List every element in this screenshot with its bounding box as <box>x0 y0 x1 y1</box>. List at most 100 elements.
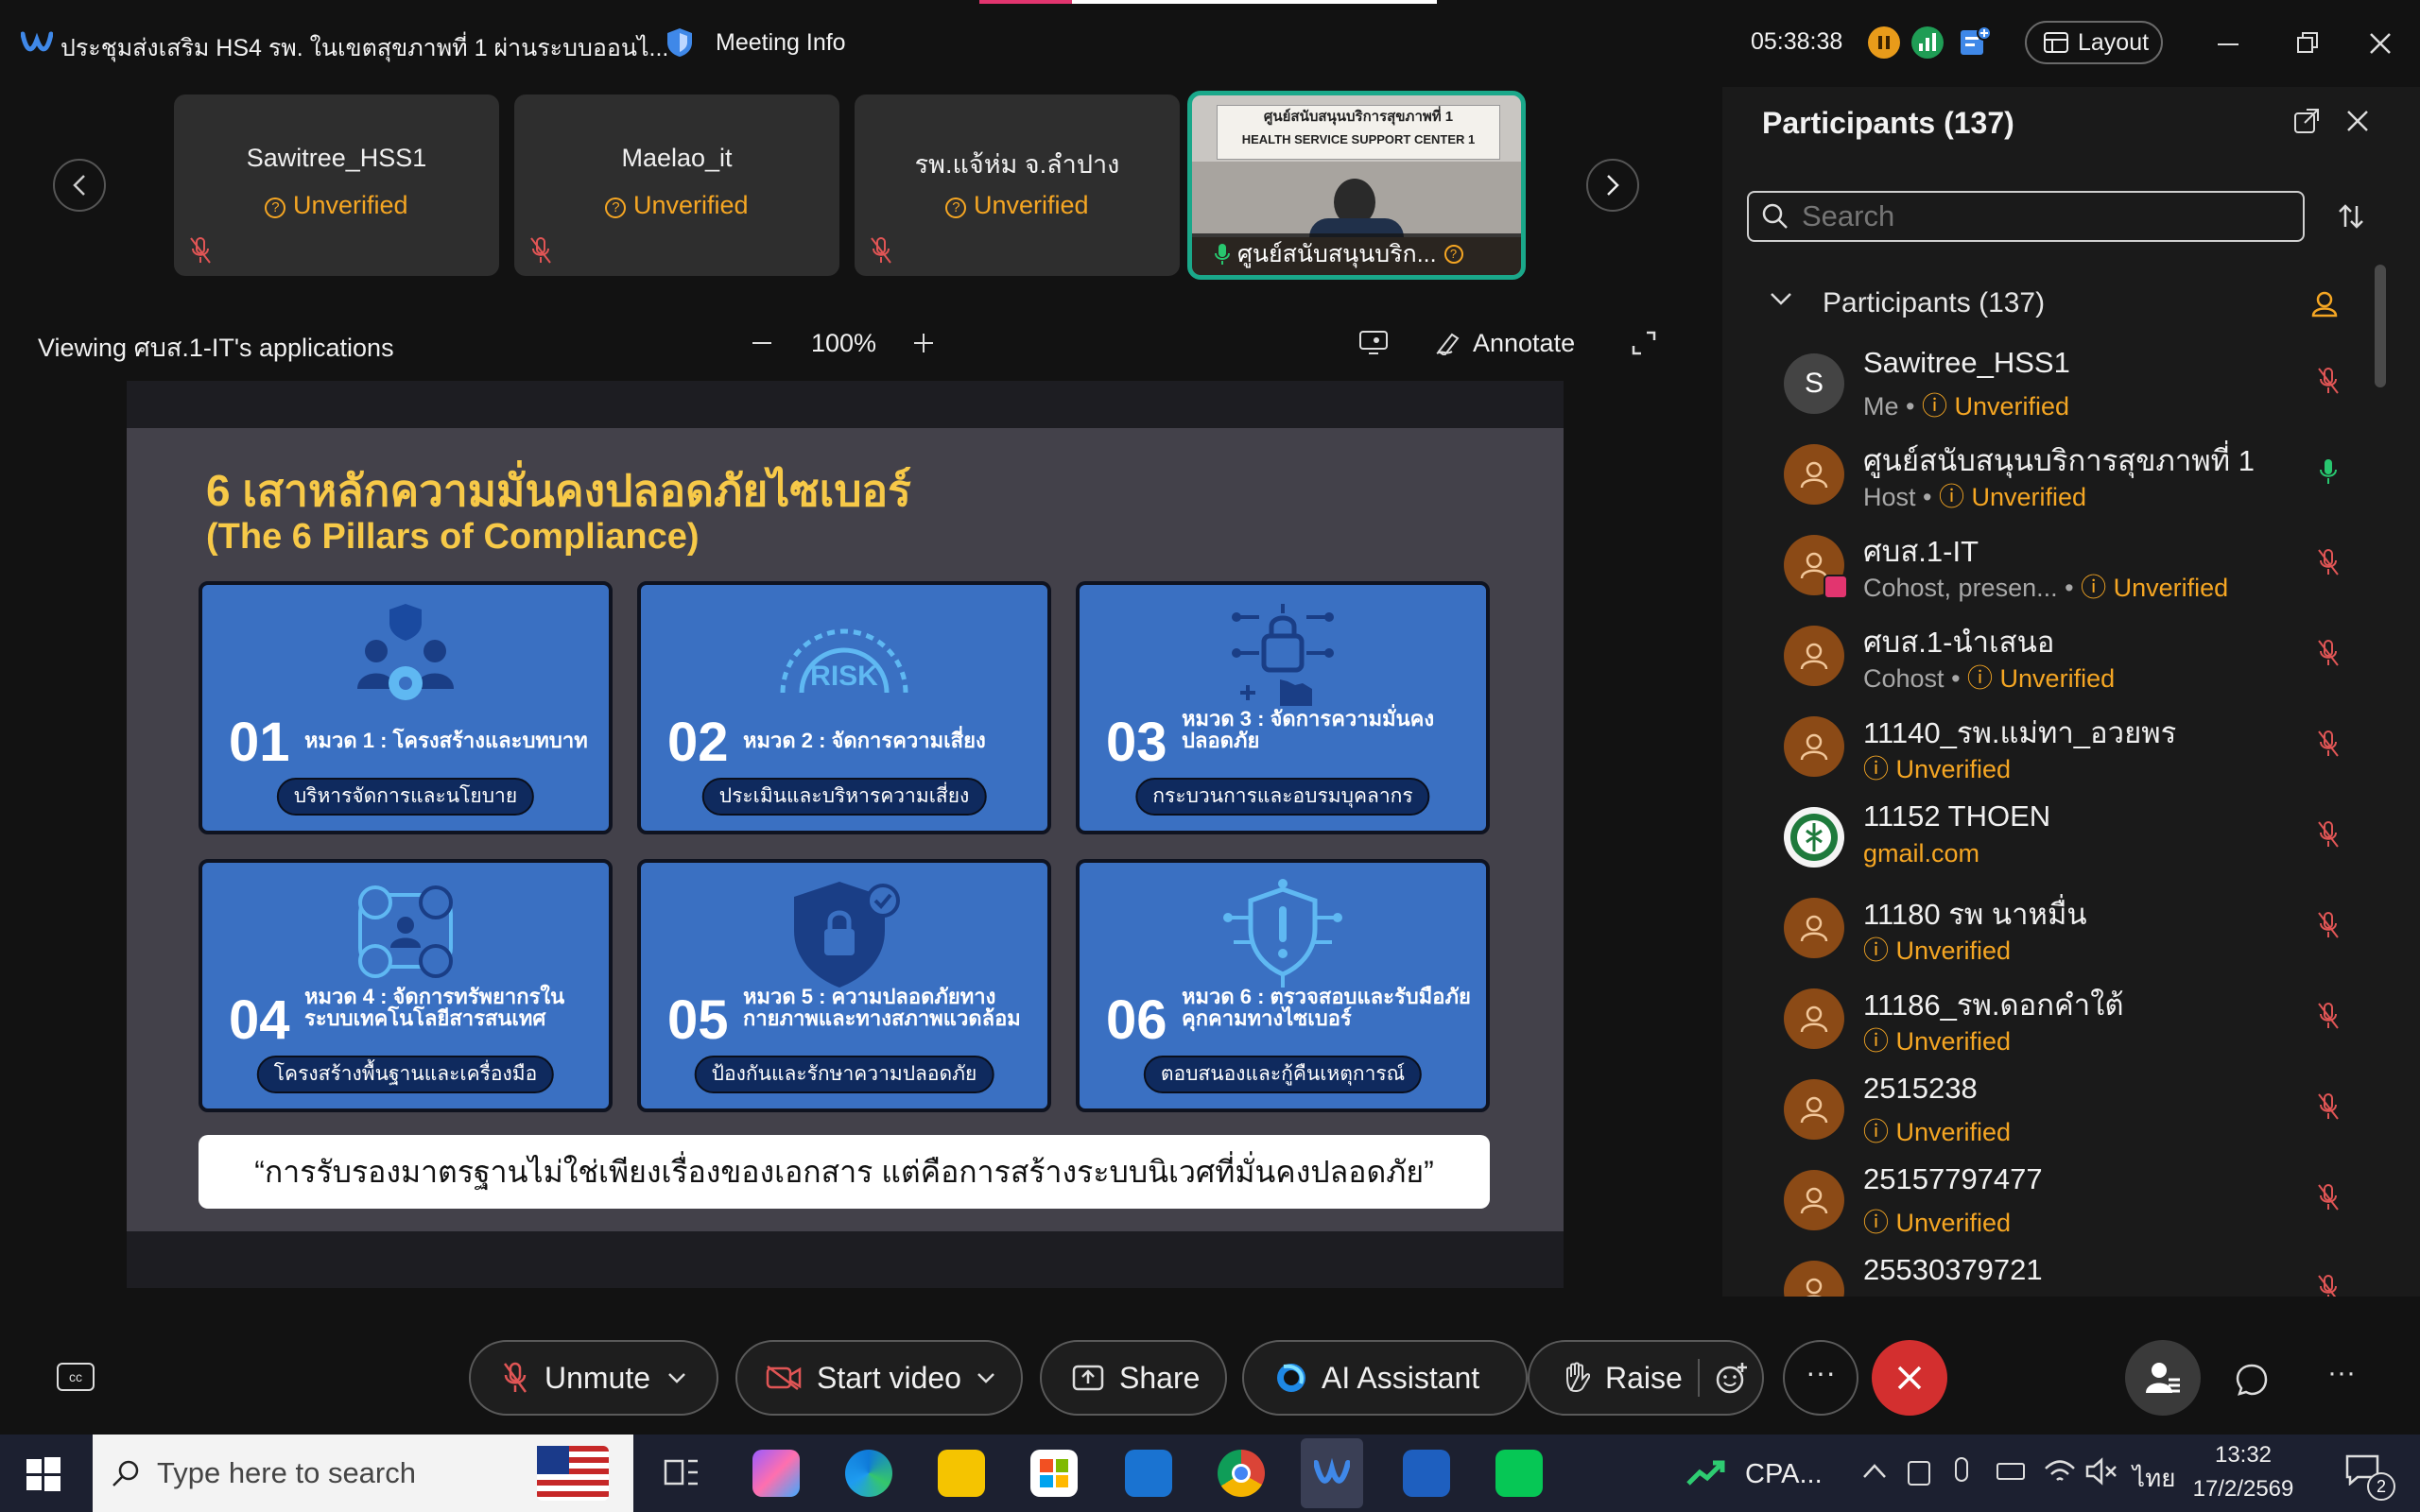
participants-toggle-button[interactable] <box>2125 1340 2201 1416</box>
video-off-icon <box>766 1366 802 1390</box>
layout-button[interactable]: Layout <box>2025 21 2163 64</box>
chevron-down-icon[interactable] <box>1770 291 1792 306</box>
share-screen-icon <box>1072 1365 1104 1391</box>
muted-mic-icon <box>871 237 891 264</box>
outlook-icon[interactable] <box>1125 1450 1172 1497</box>
avatar <box>1784 626 1844 686</box>
tray-device-icon[interactable] <box>1908 1461 1930 1486</box>
screen-icon[interactable] <box>1359 331 1388 355</box>
participant-row[interactable]: ศูนย์สนับสนุนบริการสุขภาพที่ 1 Host • ⓘ … <box>1784 437 2351 527</box>
participant-row[interactable]: 11186_รพ.ดอกคำใต้ ⓘ Unverified <box>1784 981 2351 1072</box>
muted-mic-icon <box>2318 1275 2337 1297</box>
more-options-button[interactable]: ··· <box>1783 1340 1858 1416</box>
scroll-track <box>2375 265 2386 1295</box>
volume-muted-icon[interactable] <box>2085 1457 2118 1486</box>
annotate-button[interactable]: Annotate <box>1473 329 1575 358</box>
muted-mic-icon <box>190 237 211 264</box>
copilot-icon[interactable] <box>752 1450 800 1497</box>
search-input[interactable] <box>1802 199 2274 233</box>
minimize-icon[interactable] <box>2218 43 2238 45</box>
line-icon[interactable] <box>1495 1450 1543 1497</box>
expand-icon[interactable] <box>1632 331 1656 355</box>
active-speaker-tile[interactable]: ศูนย์สนับสนุนบริการสุขภาพที่ 1 HEALTH SE… <box>1187 91 1526 280</box>
participant-row[interactable]: 11152 THOEN gmail.com <box>1784 799 2351 890</box>
ai-assistant-label: AI Assistant <box>1322 1360 1480 1395</box>
participants-search[interactable] <box>1747 191 2305 242</box>
user-icon <box>1800 733 1828 761</box>
video-tile[interactable]: Maelao_it ? Unverified <box>514 94 839 276</box>
annotate-icon[interactable] <box>1435 331 1461 355</box>
windows-start-icon[interactable] <box>26 1457 60 1491</box>
unmute-button[interactable]: Unmute <box>469 1340 718 1416</box>
share-button[interactable]: Share <box>1040 1340 1227 1416</box>
captions-button[interactable]: cc <box>57 1363 95 1391</box>
meeting-info-link[interactable]: Meeting Info <box>716 29 846 57</box>
participant-name: 25530379721 <box>1863 1253 2043 1286</box>
close-panel-icon[interactable] <box>2346 110 2369 132</box>
participant-row[interactable]: S Sawitree_HSS1 Me • ⓘ Unverified <box>1784 346 2351 437</box>
participant-role: ⓘ Unverified <box>1863 1118 2012 1146</box>
prev-page-button[interactable] <box>53 159 106 212</box>
avatar <box>1784 1170 1844 1230</box>
next-page-button[interactable] <box>1586 159 1639 212</box>
restore-icon[interactable] <box>2297 32 2318 53</box>
chevron-down-icon[interactable] <box>667 1372 686 1383</box>
participant-name: Sawitree_HSS1 <box>1863 346 2070 379</box>
participant-row[interactable]: ศบส.1-IT Cohost, presen... • ⓘ Unverifie… <box>1784 527 2351 618</box>
clock-date[interactable]: 17/2/2569 <box>2184 1476 2303 1503</box>
pillar-tag: บริหารจัดการและนโยบาย <box>276 778 535 816</box>
zoom-in-button[interactable] <box>913 333 934 353</box>
wifi-icon[interactable] <box>2044 1455 2076 1486</box>
battery-icon[interactable] <box>1996 1463 2025 1480</box>
question-circle-icon: ? <box>1443 245 1463 264</box>
stock-trend-icon[interactable] <box>1686 1459 1726 1487</box>
chrome-icon[interactable] <box>1218 1450 1265 1497</box>
shield-icon[interactable] <box>666 26 694 59</box>
reactions-icon[interactable] <box>1715 1361 1749 1395</box>
popout-icon[interactable] <box>2293 108 2320 134</box>
pillar-title: หมวด 5 : ความปลอดภัยทางกายภาพและทางสภาพแ… <box>743 985 1021 1030</box>
host-icon <box>2311 291 2338 318</box>
network-stats-icon[interactable] <box>1911 26 1944 59</box>
participants-group-label[interactable]: Participants (137) <box>1823 287 2045 319</box>
pillar-number: 06 <box>1106 989 1167 1051</box>
participant-row[interactable]: 25157797477 ⓘ Unverified <box>1784 1162 2351 1253</box>
participant-row[interactable]: ศบส.1-นำเสนอ Cohost • ⓘ Unverified <box>1784 618 2351 709</box>
taskbar-search[interactable]: Type here to search <box>93 1435 633 1512</box>
word-icon[interactable] <box>1403 1450 1450 1497</box>
input-language[interactable]: ไทย <box>2133 1459 2175 1498</box>
chevron-down-icon[interactable] <box>977 1372 995 1383</box>
user-icon <box>1800 1096 1828 1124</box>
pillar-title: หมวด 2 : จัดการความเสี่ยง <box>743 729 986 752</box>
end-meeting-button[interactable] <box>1872 1340 1947 1416</box>
edge-icon[interactable] <box>845 1450 892 1497</box>
more-panel-button[interactable]: ··· <box>2327 1357 2356 1389</box>
participant-name: 11152 THOEN <box>1863 799 2051 833</box>
clock-time[interactable]: 13:32 <box>2191 1442 2295 1469</box>
participant-row[interactable]: 25530379721 <box>1784 1253 2351 1297</box>
clipboard-add-icon[interactable] <box>1957 25 1991 59</box>
participant-row[interactable]: 11180 รพ นาหมื่น ⓘ Unverified <box>1784 890 2351 981</box>
file-explorer-icon[interactable] <box>938 1450 985 1497</box>
sort-icon[interactable] <box>2337 202 2365 231</box>
video-tile[interactable]: Sawitree_HSS1 ? Unverified <box>174 94 499 276</box>
microphone-icon[interactable] <box>1955 1457 1968 1482</box>
task-view-icon[interactable] <box>658 1450 705 1497</box>
stock-label[interactable]: CPA... <box>1745 1459 1823 1490</box>
participant-row[interactable]: 2515238 ⓘ Unverified <box>1784 1072 2351 1162</box>
pillar-tag: ป้องกันและรักษาความปลอดภัย <box>694 1056 994 1093</box>
zoom-out-button[interactable] <box>752 342 771 344</box>
video-tile[interactable]: รพ.แจ้ห่ม จ.ลำปาง ? Unverified <box>855 94 1180 276</box>
avatar <box>1784 535 1848 599</box>
participant-row[interactable]: 11140_รพ.แม่ทา_อวยพร ⓘ Unverified <box>1784 709 2351 799</box>
close-window-icon[interactable] <box>2369 32 2392 55</box>
start-video-button[interactable]: Start video <box>735 1340 1023 1416</box>
pause-recording-icon[interactable] <box>1868 26 1900 59</box>
store-icon[interactable] <box>1030 1450 1078 1497</box>
question-circle-icon: ? <box>605 198 627 218</box>
chevron-up-icon[interactable] <box>1862 1463 1887 1480</box>
chat-icon[interactable] <box>2235 1363 2269 1397</box>
raise-hand-button[interactable]: Raise <box>1528 1340 1764 1416</box>
tile-name: Sawitree_HSS1 <box>246 144 427 172</box>
ai-assistant-button[interactable]: AI Assistant <box>1242 1340 1528 1416</box>
